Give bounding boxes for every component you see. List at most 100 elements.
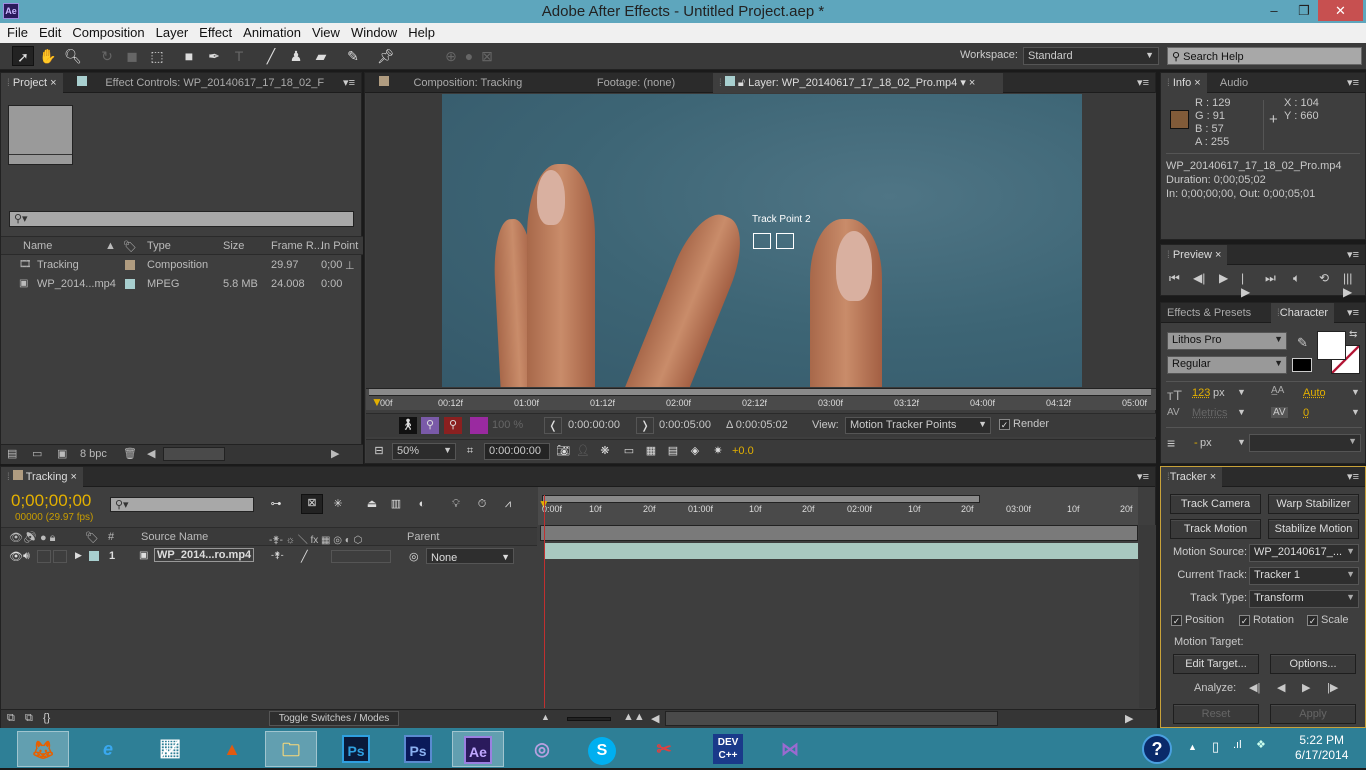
- play-icon[interactable]: ▶: [1219, 271, 1228, 285]
- chevron-down-icon[interactable]: ▾: [960, 77, 966, 89]
- menu-layer[interactable]: Layer: [149, 23, 193, 40]
- tab-project[interactable]: ⁞ Project ×: [1, 73, 63, 93]
- taskbar-dev-cpp-icon[interactable]: DEV C++: [713, 734, 743, 764]
- stroke-width-value[interactable]: -: [1194, 437, 1198, 449]
- warp-stabilizer-button[interactable]: Warp Stabilizer: [1268, 494, 1359, 514]
- menu-composition[interactable]: Composition: [65, 23, 148, 40]
- graph-editor-icon[interactable]: ⩘: [499, 496, 517, 513]
- font-size-value[interactable]: 123: [1192, 387, 1210, 399]
- scroll-right-icon[interactable]: ▶: [331, 447, 339, 460]
- motion-source-select[interactable]: WP_20140617_... ▼: [1249, 544, 1359, 562]
- channels-icon[interactable]: ❋: [596, 443, 614, 460]
- restore-button[interactable]: ❐: [1289, 0, 1319, 21]
- set-in-point-button[interactable]: ❬: [544, 417, 562, 434]
- brush-tool-icon[interactable]: ╱: [260, 46, 282, 66]
- lock-toggle[interactable]: [53, 550, 67, 563]
- previous-frame-icon[interactable]: ◀|: [1193, 271, 1205, 285]
- timeline-search-input[interactable]: ⚲▾: [110, 497, 254, 512]
- layer-duration-bar[interactable]: [544, 543, 1138, 559]
- time-navigator[interactable]: [542, 495, 980, 503]
- tab-character[interactable]: ⁞Character: [1271, 303, 1335, 323]
- close-tab-icon[interactable]: ×: [71, 471, 77, 483]
- roto-brush-tool-icon[interactable]: ✎: [342, 46, 364, 66]
- search-help-input[interactable]: ⚲ Search Help: [1167, 47, 1362, 65]
- new-folder-icon[interactable]: ▭: [32, 447, 42, 460]
- puppet-pin-tool-icon[interactable]: 📌︎: [375, 46, 397, 66]
- rectangle-tool-icon[interactable]: ■: [178, 46, 200, 66]
- taskbar-internet-explorer-icon[interactable]: e: [82, 731, 134, 767]
- network-icon[interactable]: .ıl: [1233, 739, 1242, 751]
- tab-layer[interactable]: ⁞ 🔓︎ Layer: WP_20140617_17_18_02_Pro.mp4…: [713, 73, 1003, 93]
- project-item[interactable]: ▣ WP_2014...mp4 MPEG 5.8 MB 24.008 0:00: [1, 275, 363, 294]
- viewer-time-ruler[interactable]: ▼ 00f 00:12f 01:00f 01:12f 02:00f 02:12f…: [366, 388, 1156, 410]
- label-tag-icon[interactable]: 🏷︎: [123, 240, 137, 253]
- show-hidden-icons[interactable]: ▲: [1188, 742, 1197, 752]
- tab-timeline-tracking[interactable]: ⁞ Tracking ×: [1, 467, 83, 487]
- tab-effect-controls[interactable]: Effect Controls: WP_20140617_17_18_02_F: [71, 73, 330, 93]
- panel-menu-icon[interactable]: ▾≡: [1347, 76, 1359, 89]
- chevron-down-icon[interactable]: ▼: [1237, 407, 1246, 417]
- clone-stamp-tool-icon[interactable]: ♟: [285, 46, 307, 66]
- scroll-left-icon[interactable]: ◀: [147, 447, 155, 460]
- transparency-grid-icon[interactable]: ▦: [642, 443, 660, 460]
- tab-tracker[interactable]: ⁞Tracker ×: [1161, 467, 1223, 487]
- vertical-scrollbar[interactable]: [1139, 525, 1156, 708]
- close-tab-icon[interactable]: ×: [1210, 471, 1216, 483]
- taskbar-firefox-icon[interactable]: 🦊︎: [17, 731, 69, 767]
- work-area-bar[interactable]: [540, 525, 1138, 541]
- ram-preview-icon[interactable]: |||▶: [1343, 271, 1352, 299]
- stabilize-motion-button[interactable]: Stabilize Motion: [1268, 519, 1359, 539]
- last-frame-icon[interactable]: ⏭: [1265, 271, 1276, 286]
- taskbar-bittorrent-icon[interactable]: ◎: [516, 731, 568, 767]
- first-frame-icon[interactable]: ⏮: [1169, 271, 1180, 286]
- close-tab-icon[interactable]: ×: [969, 77, 975, 89]
- taskbar-matlab-icon[interactable]: ▲: [206, 731, 258, 767]
- col-parent[interactable]: Parent: [407, 531, 439, 543]
- analyze-forward-one-frame-icon[interactable]: |▶: [1327, 681, 1338, 694]
- menu-view[interactable]: View: [305, 23, 344, 40]
- panel-menu-icon[interactable]: ▾≡: [1347, 306, 1359, 319]
- panel-menu-icon[interactable]: ▾≡: [1137, 76, 1149, 89]
- analyze-backward-icon[interactable]: ◀: [1277, 681, 1285, 694]
- close-tab-icon[interactable]: ×: [50, 77, 56, 89]
- reset-button[interactable]: Reset: [1173, 704, 1259, 724]
- mask-color-swatch[interactable]: [470, 417, 488, 434]
- menu-window[interactable]: Window: [344, 23, 401, 40]
- audio-toggle-icon[interactable]: 🔊︎: [23, 550, 30, 563]
- panel-menu-icon[interactable]: ▾≡: [1137, 470, 1149, 483]
- col-source-name[interactable]: Source Name: [141, 531, 208, 543]
- analyze-forward-icon[interactable]: ▶: [1302, 681, 1310, 694]
- exposure-value[interactable]: +0.0: [732, 445, 754, 457]
- col-layer-number[interactable]: #: [108, 531, 114, 543]
- shy-switch-icon[interactable]: -⚵-: [271, 550, 284, 561]
- horizontal-scrollbar[interactable]: [665, 711, 998, 726]
- layer-switches[interactable]: [331, 550, 391, 563]
- render-checkbox[interactable]: ✓ Render: [999, 418, 1049, 430]
- rotation-checkbox[interactable]: ✓ Rotation: [1239, 614, 1294, 626]
- tracking-value[interactable]: 0: [1303, 407, 1309, 419]
- help-icon[interactable]: ?: [1142, 734, 1172, 764]
- taskbar-file-explorer-icon[interactable]: 🗀: [265, 731, 317, 767]
- taskbar-snipping-tool-icon[interactable]: ✂: [638, 731, 690, 767]
- draft-3d-icon[interactable]: ✳: [329, 496, 347, 513]
- solo-toggle[interactable]: [37, 550, 51, 563]
- chevron-down-icon[interactable]: ▼: [1351, 387, 1360, 397]
- layer-row[interactable]: 👁︎ 🔊︎ ▶ 1 ▣ WP_2014...ro.mp4 -⚵- ╱ ◎ Non…: [1, 547, 537, 566]
- current-timecode[interactable]: 0;00;00;00: [11, 491, 91, 511]
- taskbar-photoshop-icon[interactable]: Ps: [404, 735, 432, 763]
- scale-checkbox[interactable]: ✓ Scale: [1307, 614, 1349, 626]
- quality-switch-icon[interactable]: ╱: [301, 550, 308, 563]
- hide-shy-layers-icon[interactable]: ⏏: [363, 496, 381, 513]
- menu-edit[interactable]: Edit: [32, 23, 65, 40]
- exposure-reset-icon[interactable]: ✷: [709, 443, 727, 460]
- label-swatch[interactable]: [125, 279, 135, 289]
- layer-switches-pane-icon[interactable]: ⧉: [7, 712, 15, 725]
- panel-menu-icon[interactable]: ▾≡: [1347, 470, 1359, 483]
- battery-icon[interactable]: ▯: [1212, 739, 1219, 755]
- col-size[interactable]: Size: [223, 240, 244, 252]
- apply-button[interactable]: Apply: [1270, 704, 1356, 724]
- font-family-select[interactable]: Lithos Pro ▼: [1167, 332, 1287, 350]
- expand-arrow-icon[interactable]: ▶: [75, 550, 82, 561]
- current-time-field[interactable]: 0:00:00:00: [484, 443, 550, 460]
- tab-effects-presets[interactable]: Effects & Presets: [1161, 303, 1269, 323]
